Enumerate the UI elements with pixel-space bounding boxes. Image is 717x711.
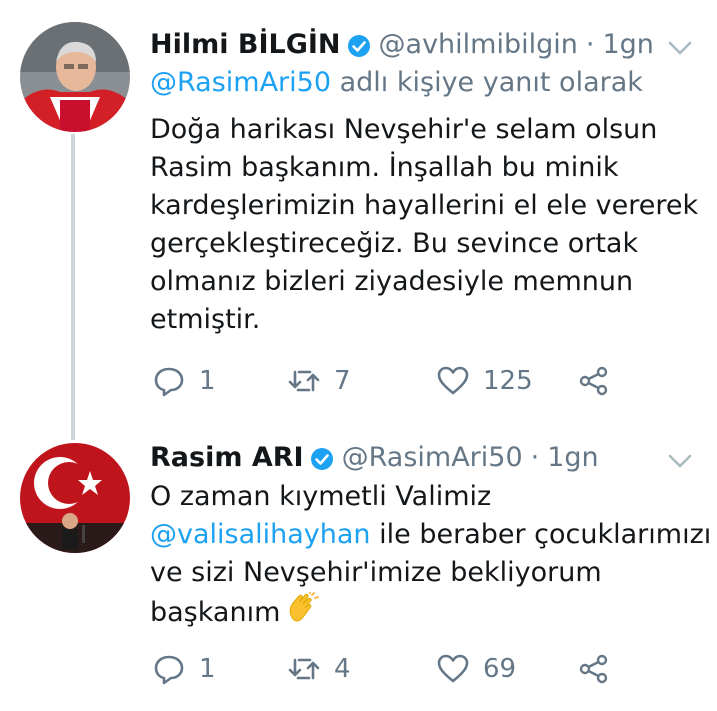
- separator-dot: ·: [530, 442, 540, 473]
- reply-icon: [154, 367, 184, 397]
- display-name[interactable]: Hilmi BİLGİN: [150, 28, 341, 62]
- tweet-text-line: O zaman kıymetli Valimiz: [150, 481, 492, 512]
- retweet-icon: [288, 370, 320, 392]
- tweet-text-fragment: başkanım: [150, 597, 281, 628]
- thread-line: [71, 134, 75, 440]
- chevron-down-icon[interactable]: [667, 38, 693, 58]
- timestamp[interactable]: 1gn: [547, 441, 598, 475]
- tweet-actions: 1 4 69: [150, 653, 620, 689]
- share-button[interactable]: [578, 365, 624, 397]
- tweet-text-line: olmanız bizleri ziyadesiyle memnun: [150, 266, 634, 297]
- retweet-count: 7: [334, 366, 351, 396]
- retweet-button[interactable]: 4: [288, 653, 351, 685]
- like-button[interactable]: 69: [437, 653, 516, 685]
- like-count: 125: [483, 366, 533, 396]
- user-handle[interactable]: @RasimAri50: [342, 441, 523, 475]
- retweet-button[interactable]: 7: [288, 365, 351, 397]
- tweet-text-fragment: ile beraber çocuklarımızı: [370, 519, 712, 550]
- reply-mention-link[interactable]: @RasimAri50: [150, 67, 331, 98]
- tweet-text-line: @valisalihayhan ile beraber çocuklarımız…: [150, 516, 712, 554]
- chevron-down-icon[interactable]: [667, 451, 693, 471]
- retweet-icon: [288, 658, 320, 680]
- separator-dot: ·: [585, 29, 595, 60]
- tweet-text-line: Doğa harikası Nevşehir'e selam olsun: [150, 114, 658, 145]
- reply-button[interactable]: 1: [153, 653, 216, 685]
- tweet-header: Hilmi BİLGİN @avhilmibilgin · 1gn: [150, 28, 654, 62]
- tweet-text-line: ve sizi Nevşehir'imize bekliyorum: [150, 557, 602, 588]
- tweet-text-line: başkanım: [150, 590, 710, 635]
- tweet-text-line: gerçekleştireceğiz. Bu sevince ortak: [150, 228, 639, 259]
- replying-to: @RasimAri50 adlı kişiye yanıt olarak: [150, 66, 643, 100]
- share-button[interactable]: [578, 653, 624, 685]
- avatar[interactable]: [20, 443, 130, 553]
- tweet-header: Rasim ARI @RasimAri50 · 1gn: [150, 441, 599, 475]
- reply-count: 1: [199, 654, 216, 684]
- tweet-text-line: Rasim başkanım. İnşallah bu minik: [150, 152, 619, 183]
- timestamp[interactable]: 1gn: [602, 28, 653, 62]
- retweet-count: 4: [334, 654, 351, 684]
- tweet-actions: 1 7 125: [150, 365, 620, 401]
- reply-count: 1: [199, 366, 216, 396]
- reply-icon: [154, 655, 184, 685]
- mention-link[interactable]: @valisalihayhan: [150, 519, 371, 550]
- share-icon: [579, 366, 608, 396]
- reply-button[interactable]: 1: [153, 365, 216, 397]
- tweet-text-line: kardeşlerimizin hayallerini el ele verer…: [150, 190, 699, 221]
- user-handle[interactable]: @avhilmibilgin: [379, 28, 578, 62]
- tweet-text: Doğa harikası Nevşehir'e selam olsun Ras…: [150, 111, 710, 339]
- reply-to-label: adlı kişiye yanıt olarak: [331, 67, 643, 98]
- like-button[interactable]: 125: [437, 365, 533, 397]
- like-count: 69: [483, 654, 517, 684]
- display-name[interactable]: Rasim ARI: [150, 441, 304, 475]
- tweet-text-line: etmiştir.: [150, 304, 261, 335]
- heart-icon: [437, 654, 469, 683]
- verified-badge-icon: [347, 33, 371, 57]
- verified-badge-icon: [310, 446, 334, 470]
- tweet-text: O zaman kıymetli Valimiz @valisalihayhan…: [150, 478, 712, 635]
- share-icon: [579, 654, 608, 684]
- clapping-hands-emoji-icon: [286, 590, 320, 635]
- avatar[interactable]: [20, 22, 130, 132]
- heart-icon: [437, 366, 469, 395]
